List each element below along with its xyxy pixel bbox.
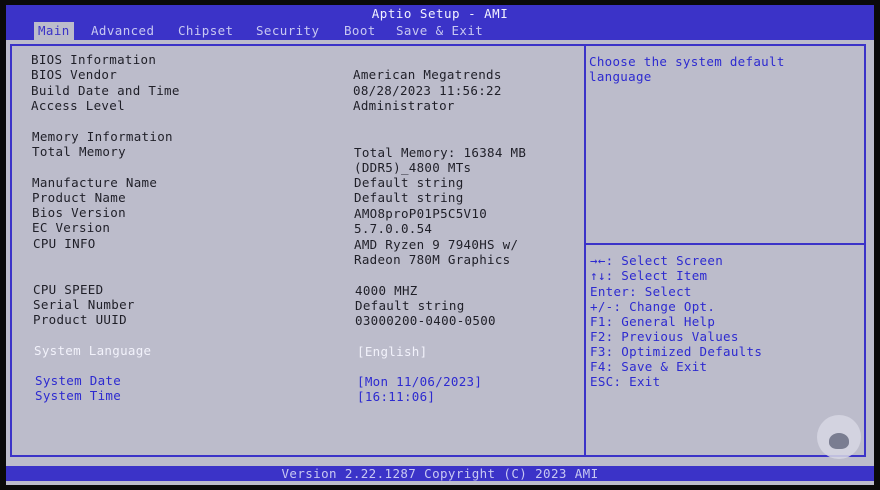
key-help-select-screen: →←: Select Screen	[590, 253, 724, 268]
build-date-label: Build Date and Time	[31, 83, 180, 98]
key-help-previous-values: F2: Previous Values	[590, 329, 739, 344]
bios-screen: Aptio Setup - AMI Main Advanced Chipset …	[6, 5, 874, 485]
manufacture-name-label: Manufacture Name	[32, 175, 158, 190]
cpu-speed-label: CPU SPEED	[33, 282, 104, 297]
memory-info-heading: Memory Information	[32, 129, 173, 144]
key-help-general-help: F1: General Help	[590, 314, 716, 329]
system-time-label[interactable]: System Time	[35, 388, 121, 403]
window-title: Aptio Setup - AMI	[6, 5, 874, 22]
key-help-enter: Enter: Select	[590, 284, 692, 299]
access-level-value: Administrator	[353, 98, 455, 113]
version-footer: Version 2.22.1287 Copyright (C) 2023 AMI	[6, 466, 874, 481]
bios-version-label: Bios Version	[32, 205, 126, 220]
cpu-speed-value: 4000 MHZ	[355, 283, 418, 298]
help-text-line1: Choose the system default	[589, 54, 785, 69]
bios-vendor-label: BIOS Vendor	[31, 67, 118, 82]
total-memory-label: Total Memory	[32, 144, 126, 159]
key-help-save-exit: F4: Save & Exit	[590, 359, 708, 374]
tab-save-exit[interactable]: Save & Exit	[392, 22, 487, 40]
panel-divider-vertical	[584, 44, 586, 457]
product-uuid-label: Product UUID	[33, 312, 127, 327]
ec-version-label: EC Version	[32, 220, 111, 235]
cpu-info-value-line1: AMD Ryzen 9 7940HS w/	[354, 237, 519, 252]
key-help-select-item: ↑↓: Select Item	[590, 268, 708, 283]
bios-info-heading: BIOS Information	[31, 52, 157, 67]
key-help-optimized-defaults: F3: Optimized Defaults	[590, 344, 763, 359]
help-divider-horizontal	[586, 243, 866, 245]
cpu-info-value-line2: Radeon 780M Graphics	[354, 252, 511, 267]
system-date-value[interactable]: [Mon 11/06/2023]	[357, 374, 482, 389]
build-date-value: 08/28/2023 11:56:22	[353, 83, 502, 98]
bios-vendor-value: American Megatrends	[353, 67, 502, 82]
help-text-line2: language	[589, 69, 652, 84]
serial-number-value: Default string	[355, 298, 465, 313]
tab-security[interactable]: Security	[252, 22, 323, 40]
tab-chipset[interactable]: Chipset	[174, 22, 237, 40]
product-name-label: Product Name	[32, 190, 126, 205]
cpu-info-label: CPU INFO	[33, 236, 96, 251]
system-language-label[interactable]: System Language	[34, 343, 151, 358]
key-help-esc-exit: ESC: Exit	[590, 374, 661, 389]
system-language-value[interactable]: [English]	[357, 344, 427, 359]
watermark-logo-icon	[817, 415, 861, 459]
tab-boot[interactable]: Boot	[340, 22, 380, 40]
tab-main[interactable]: Main	[34, 22, 74, 40]
manufacture-name-value: Default string	[354, 175, 464, 190]
product-uuid-value: 03000200-0400-0500	[355, 313, 496, 328]
menu-bar: Main Advanced Chipset Security Boot Save…	[6, 22, 874, 40]
key-help-change-opt: +/-: Change Opt.	[590, 299, 716, 314]
ec-version-value: 5.7.0.0.54	[354, 221, 433, 236]
product-name-value: Default string	[354, 190, 464, 205]
total-memory-value-line2: (DDR5)_4800 MTs	[354, 160, 472, 175]
system-date-label[interactable]: System Date	[35, 373, 121, 388]
access-level-label: Access Level	[31, 98, 125, 113]
system-time-value[interactable]: [16:11:06]	[357, 389, 435, 404]
bios-version-value: AMO8proP01P5C5V10	[354, 206, 488, 221]
total-memory-value-line1: Total Memory: 16384 MB	[354, 145, 527, 160]
serial-number-label: Serial Number	[33, 297, 135, 312]
tab-advanced[interactable]: Advanced	[87, 22, 158, 40]
